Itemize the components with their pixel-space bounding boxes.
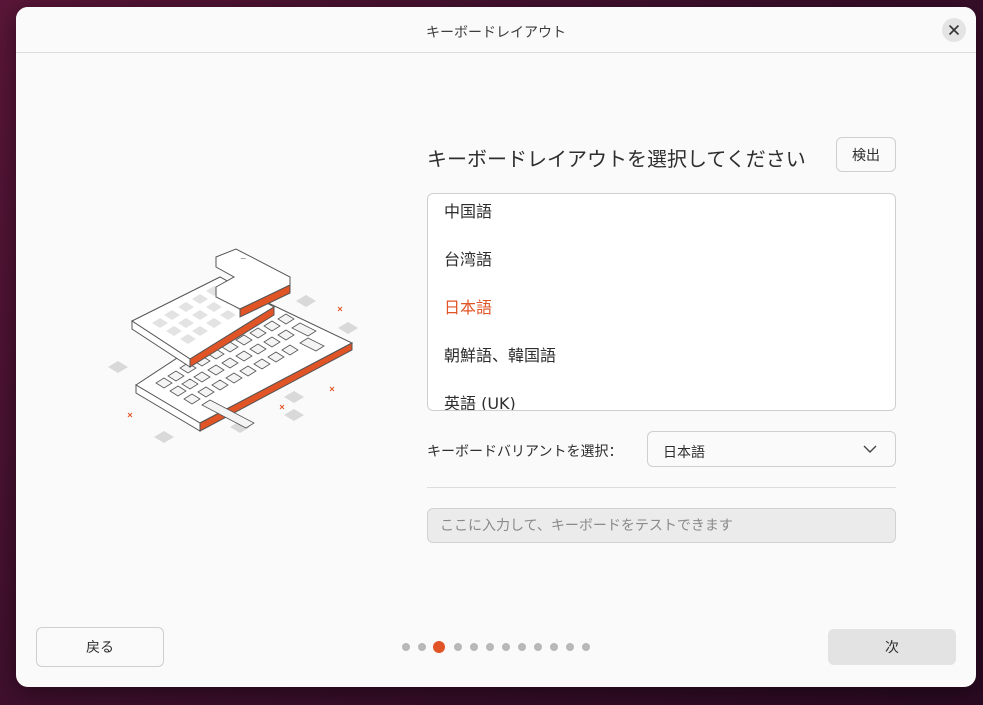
variant-value: 日本語 [663, 445, 705, 461]
progress-dot [486, 643, 494, 651]
layout-list[interactable]: 中国語 台湾語 日本語 朝鮮語、韓国語 英語 (UK) [427, 193, 896, 411]
next-button[interactable]: 次 [828, 629, 956, 665]
list-item[interactable]: 中国語 [444, 198, 492, 222]
list-item[interactable]: 英語 (UK) [444, 390, 516, 410]
svg-text:~: ~ [240, 254, 247, 263]
progress-dot [454, 643, 462, 651]
keyboard-illustration: ~ [108, 248, 358, 443]
progress-dot [534, 643, 542, 651]
close-button[interactable] [942, 18, 966, 42]
divider [427, 487, 896, 488]
variant-label: キーボードバリアントを選択： [427, 444, 623, 460]
list-item[interactable]: 台湾語 [444, 246, 492, 270]
progress-dot [502, 643, 510, 651]
back-button[interactable]: 戻る [36, 627, 164, 667]
window-title: キーボードレイアウト [426, 25, 566, 41]
page-heading: キーボードレイアウトを選択してください [427, 147, 806, 171]
variant-dropdown[interactable]: 日本語 [647, 431, 896, 467]
progress-dot [402, 643, 410, 651]
title-bar: キーボードレイアウト [16, 7, 976, 53]
progress-dot-active [433, 641, 445, 653]
progress-dot [566, 643, 574, 651]
keyboard-test-input[interactable] [427, 508, 896, 543]
progress-dot [550, 643, 558, 651]
progress-dot [518, 643, 526, 651]
progress-dot [418, 643, 426, 651]
detect-button[interactable]: 検出 [836, 137, 896, 172]
installer-window: キーボードレイアウト ~ キーボードレイアウトを選択してください 検出 中国語 … [16, 7, 976, 687]
list-item-selected[interactable]: 日本語 [444, 294, 492, 318]
chevron-down-icon [863, 445, 877, 453]
close-icon [949, 25, 959, 35]
progress-dot [582, 643, 590, 651]
progress-dot [470, 643, 478, 651]
list-item[interactable]: 朝鮮語、韓国語 [444, 342, 556, 366]
